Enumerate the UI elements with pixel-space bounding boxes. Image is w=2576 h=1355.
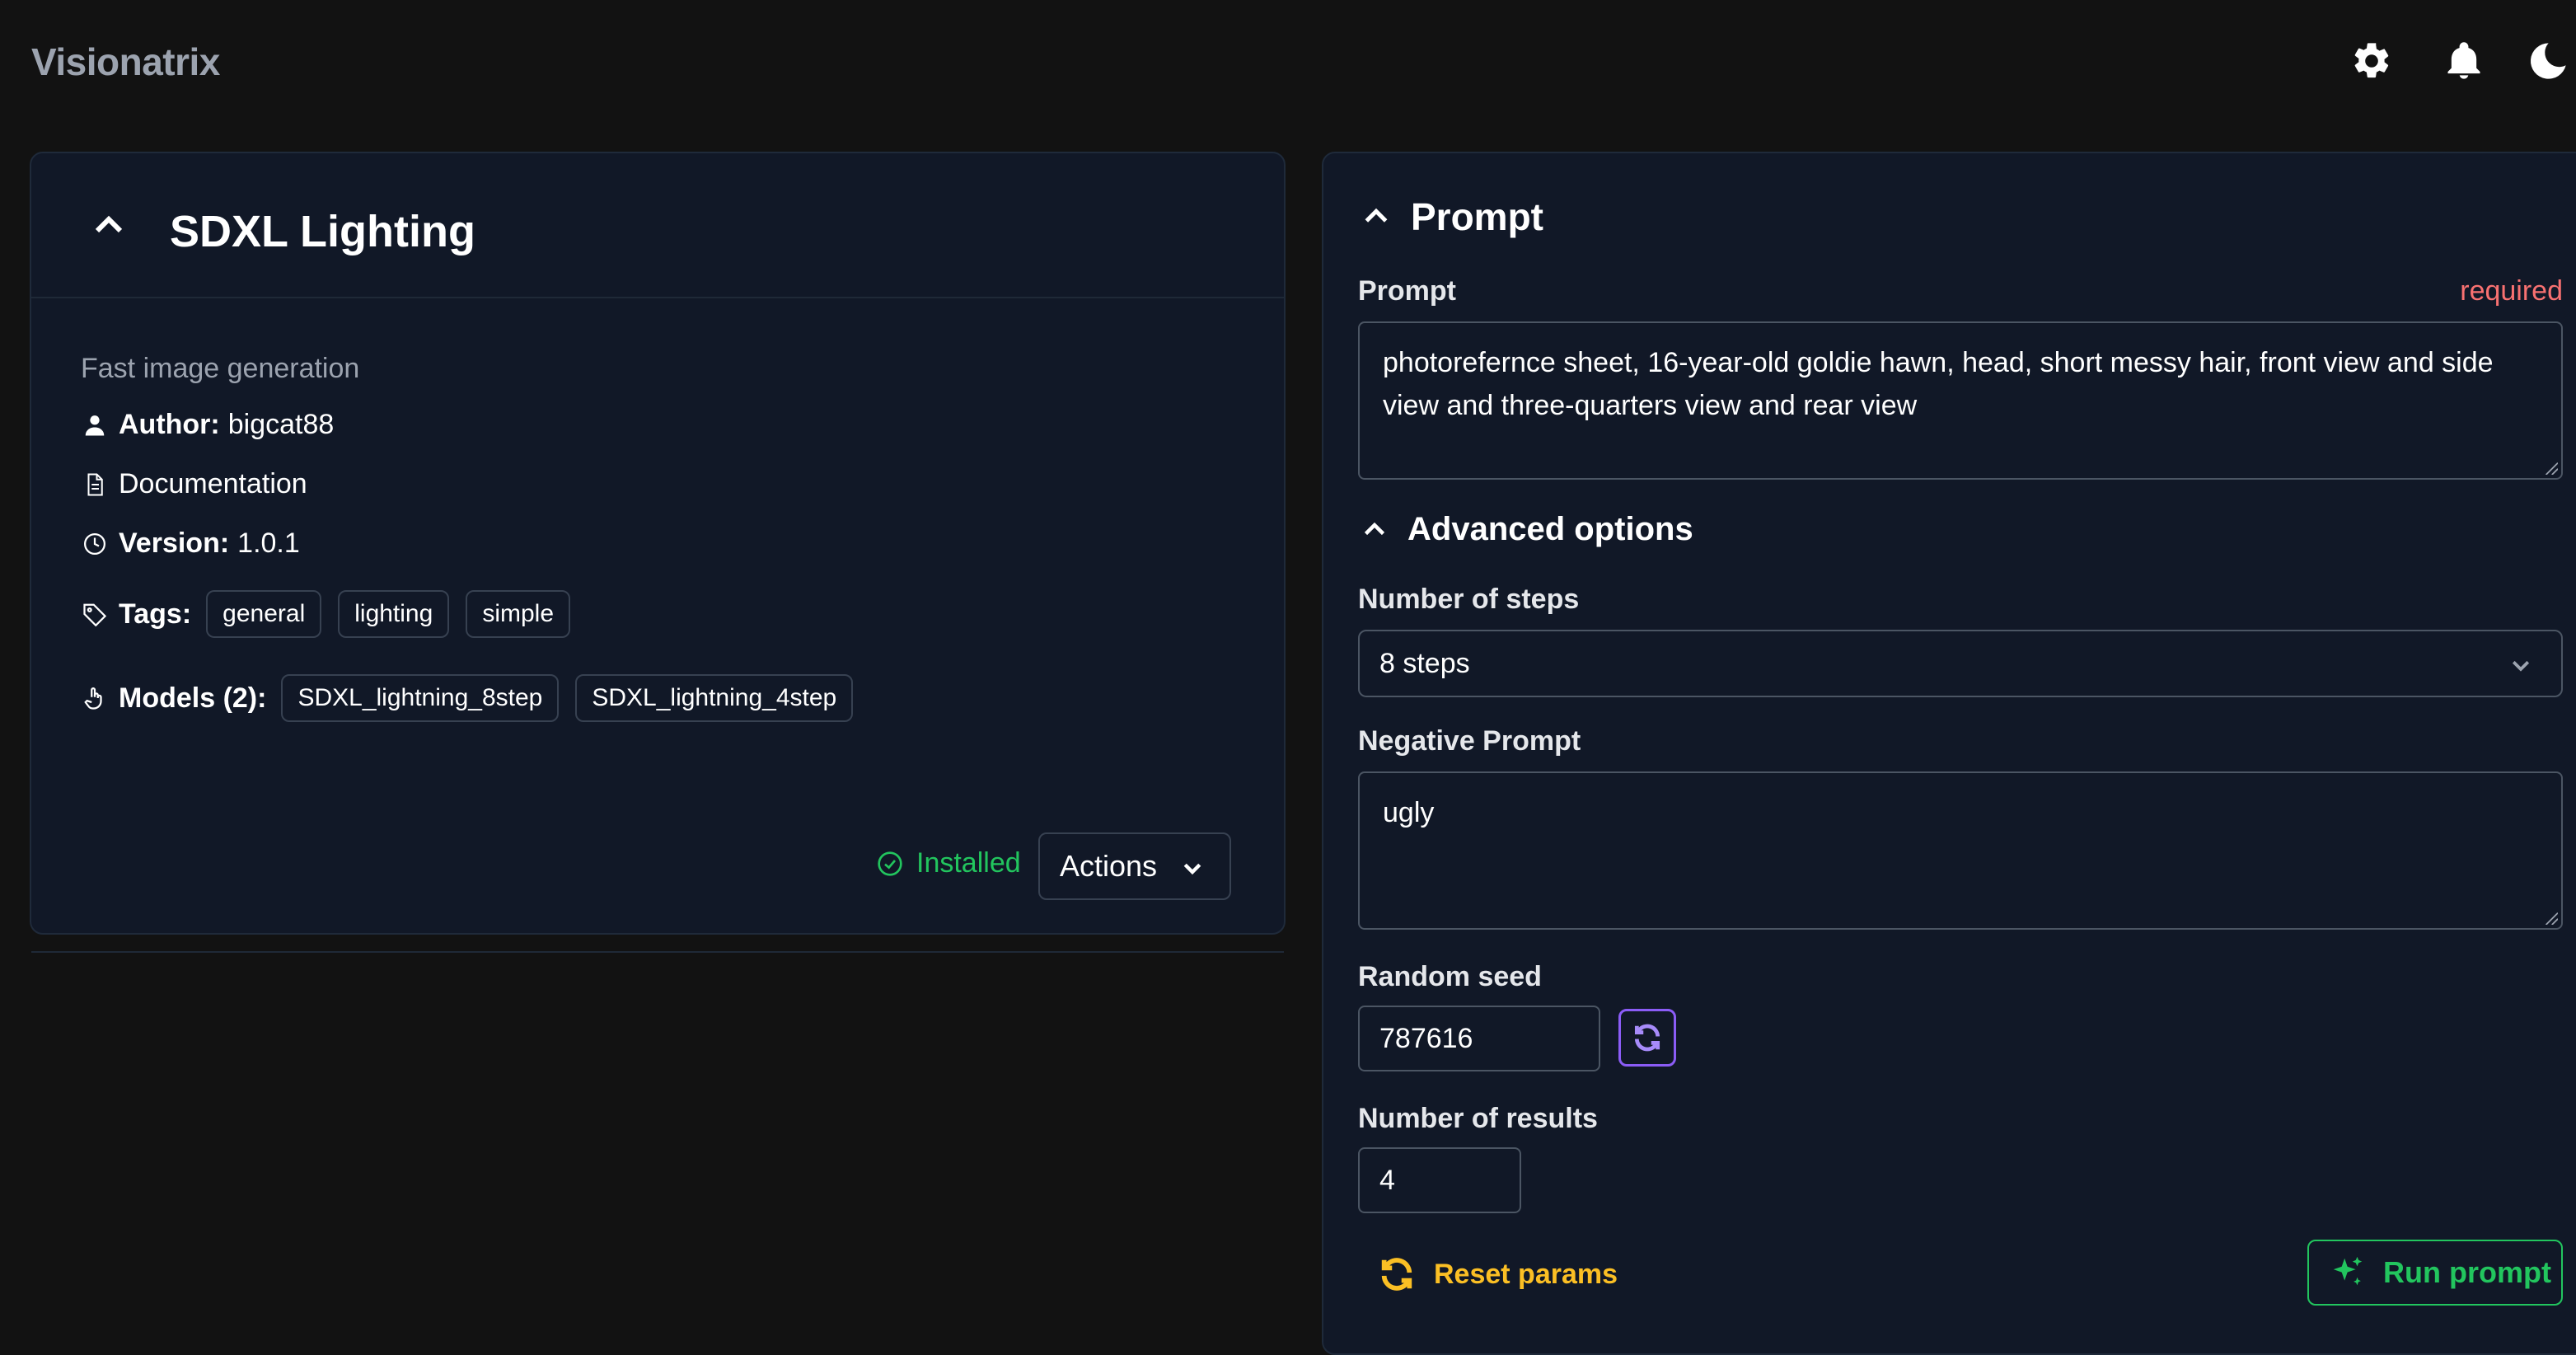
run-prompt-label: Run prompt [2383,1255,2551,1289]
tag-chip[interactable]: lighting [338,590,450,638]
negative-prompt-textarea[interactable]: ugly [1358,771,2563,930]
prompt-section-toggle[interactable]: Prompt [1360,195,1543,239]
version-label: Version: [119,527,230,559]
chevron-up-icon[interactable] [79,196,138,256]
advanced-options-toggle[interactable]: Advanced options [1360,511,1693,548]
author-row: Author: bigcat88 [81,409,334,441]
author-value: bigcat88 [227,409,335,440]
bell-icon[interactable] [2441,38,2487,84]
chevron-down-icon [1183,863,1201,875]
required-label: required [2460,275,2563,307]
flow-title: SDXL Lighting [170,207,475,256]
refresh-icon [1634,1024,1660,1052]
chevron-up-icon [1365,208,1388,223]
results-label: Number of results [1358,1103,1598,1134]
resize-handle-icon[interactable] [2543,460,2558,475]
reset-params-label: Reset params [1434,1258,1618,1290]
author-label: Author: [119,409,220,440]
divider [31,951,1284,953]
resize-handle-icon[interactable] [2543,910,2558,925]
version-value: 1.0.1 [237,527,300,559]
documentation-link[interactable]: Documentation [119,468,307,500]
user-icon [81,411,109,439]
flow-card-header: SDXL Lighting [31,153,1284,298]
chevron-down-icon [2512,660,2530,672]
seed-value: 787616 [1379,1022,1473,1054]
prompt-textarea[interactable]: photorefernce sheet, 16-year-old goldie … [1358,321,2563,480]
sparkles-icon [2333,1256,2363,1286]
tag-chip[interactable]: simple [466,590,571,638]
tag-icon [81,600,109,628]
steps-value: 8 steps [1379,647,1470,679]
prompt-label: Prompt [1358,275,1456,307]
seed-input[interactable]: 787616 [1358,1006,1600,1071]
results-value: 4 [1379,1164,1395,1196]
model-chip[interactable]: SDXL_lightning_8step [281,674,560,722]
results-input[interactable]: 4 [1358,1147,1521,1213]
documentation-row[interactable]: Documentation [81,468,307,500]
clock-icon [81,530,109,558]
actions-button[interactable]: Actions [1038,832,1231,900]
document-icon [81,471,109,499]
models-row: Models (2): SDXL_lightning_8step SDXL_li… [81,674,854,722]
models-label: Models (2): [119,682,267,714]
negative-prompt-text: ugly [1383,797,1435,828]
moon-icon[interactable] [2525,38,2571,84]
flow-description: Fast image generation [81,353,360,384]
chevron-up-icon [1364,522,1385,535]
app-title[interactable]: Visionatrix [31,40,220,84]
version-row: Version: 1.0.1 [81,527,300,560]
refresh-icon [1381,1258,1412,1291]
actions-label: Actions [1060,849,1158,883]
installed-status: Installed [877,847,1021,879]
prompt-text: photorefernce sheet, 16-year-old goldie … [1383,347,2494,421]
model-chip[interactable]: SDXL_lightning_4step [575,674,854,722]
tag-chip[interactable]: general [206,590,322,638]
run-prompt-button[interactable]: Run prompt [2307,1240,2563,1306]
negative-prompt-label: Negative Prompt [1358,725,1581,757]
steps-select[interactable]: 8 steps [1358,630,2563,697]
check-circle-icon [878,851,902,876]
touch-icon [81,684,109,712]
randomize-seed-button[interactable] [1618,1009,1676,1067]
reset-params-button[interactable]: Reset params [1378,1250,1618,1299]
advanced-options-title: Advanced options [1407,511,1693,547]
tags-row: Tags: general lighting simple [81,590,571,638]
seed-label: Random seed [1358,961,1542,992]
steps-label: Number of steps [1358,584,1580,615]
tags-label: Tags: [119,598,192,630]
top-bar: Visionatrix [0,0,2576,124]
gear-icon[interactable] [2349,38,2395,84]
installed-label: Installed [916,847,1021,879]
prompt-section-title: Prompt [1411,195,1543,238]
